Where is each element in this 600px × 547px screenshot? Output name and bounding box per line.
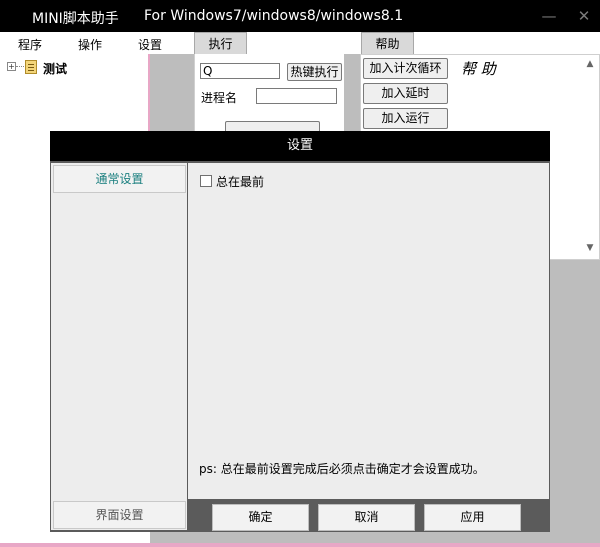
add-loop-button[interactable]: 加入计次循环 [363,58,448,79]
document-icon [25,60,37,74]
scroll-up-icon[interactable]: ▲ [582,56,598,72]
always-on-top-label: 总在最前 [216,175,265,189]
add-run-button[interactable]: 加入运行 [363,108,448,129]
always-on-top-checkbox[interactable] [200,175,212,187]
nav-general-settings[interactable]: 通常设置 [53,165,186,193]
tree-connector [16,66,24,67]
tab-execute[interactable]: 执行 [194,32,247,55]
settings-nav: 通常设置 界面设置 [51,163,187,530]
apply-button[interactable]: 应用 [424,504,521,531]
hotkey-input[interactable]: Q [200,63,280,79]
tree-expander-icon[interactable]: + [7,62,16,71]
menu-operation[interactable]: 操作 [78,36,102,53]
minimize-button[interactable]: — [540,7,558,25]
scroll-down-icon[interactable]: ▼ [582,240,598,256]
tab-help[interactable]: 帮助 [361,32,414,55]
menu-settings[interactable]: 设置 [138,36,162,53]
add-delay-button[interactable]: 加入延时 [363,83,448,104]
execute-panel: Q 热键执行 进程名 [194,54,344,135]
app-subtitle: For Windows7/windows8/windows8.1 [144,8,404,24]
nav-ui-settings[interactable]: 界面设置 [53,501,186,529]
process-name-label: 进程名 [201,91,238,105]
dialog-title: 设置 [50,131,550,161]
tree-border [148,54,150,134]
ok-button[interactable]: 确定 [212,504,309,531]
app-title: MINI脚本助手 [32,11,119,27]
help-text: 帮 助 [461,60,496,78]
bottom-border [0,543,600,547]
process-name-input[interactable] [256,88,337,104]
menu-bar: 程序 操作 设置 [0,32,600,54]
cancel-button[interactable]: 取消 [318,504,415,531]
settings-note: ps: 总在最前设置完成后必须点击确定才会设置成功。 [199,462,485,476]
hotkey-execute-button[interactable]: 热键执行 [287,63,342,81]
settings-content: 总在最前 ps: 总在最前设置完成后必须点击确定才会设置成功。 [188,163,549,499]
tree-node-label[interactable]: 测试 [43,60,67,77]
close-button[interactable]: ✕ [575,7,593,25]
title-bar: MINI脚本助手 For Windows7/windows8/windows8.… [0,0,600,32]
menu-program[interactable]: 程序 [18,36,42,53]
